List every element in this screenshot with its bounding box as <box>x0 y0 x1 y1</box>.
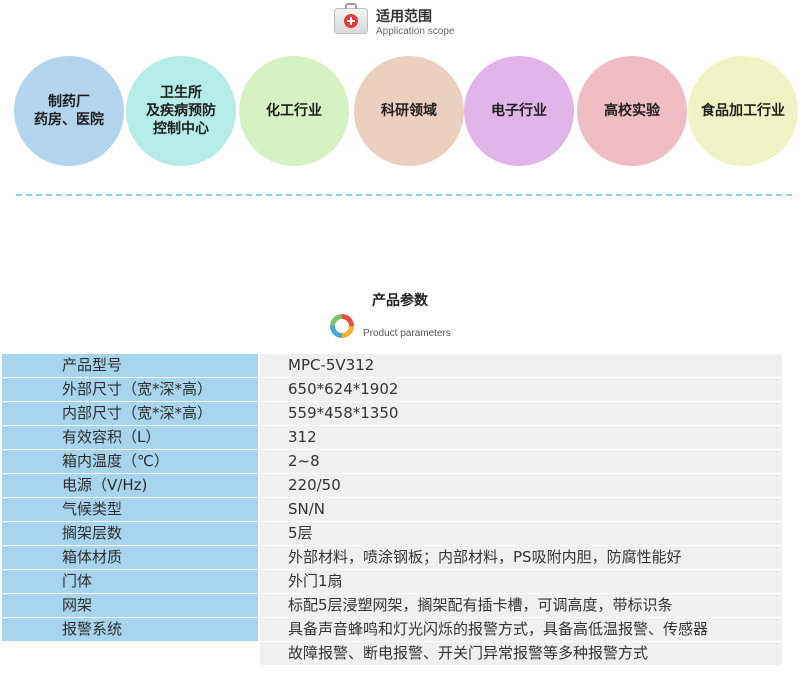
first-aid-kit-icon <box>334 3 368 34</box>
param-value: 2~8 <box>260 450 782 473</box>
params-header: Product parameters <box>330 314 490 340</box>
param-label: 产品型号 <box>2 354 258 377</box>
param-label: 气候类型 <box>2 498 258 521</box>
param-value: 559*458*1350 <box>260 402 782 425</box>
table-row: 箱体材质 外部材料，喷涂钢板；内部材料，PS吸附内胆，防腐性能好 <box>2 546 782 569</box>
param-label: 搁架层数 <box>2 522 258 545</box>
param-value: 具备声音蜂鸣和灯光闪烁的报警方式，具备高低温报警、传感器 <box>260 618 782 641</box>
param-value: 故障报警、断电报警、开关门异常报警等多种报警方式 <box>260 642 782 665</box>
param-label: 箱内温度（℃） <box>2 450 258 473</box>
param-value: 外门1扇 <box>260 570 782 593</box>
table-row: 气候类型 SN/N <box>2 498 782 521</box>
param-value: 外部材料，喷涂钢板；内部材料，PS吸附内胆，防腐性能好 <box>260 546 782 569</box>
scope-circles: 制药厂 药房、医院 卫生所 及疾病预防 控制中心 化工行业 科研领域 电子行业 高校实验食… <box>14 56 798 166</box>
table-row: 报警系统 具备声音蜂鸣和灯光闪烁的报警方式，具备高低温报警、传感器 <box>2 618 782 641</box>
table-row: 门体 外门1扇 <box>2 570 782 593</box>
table-row: 有效容积（L） 312 <box>2 426 782 449</box>
scope-circle: 卫生所 及疾病预防 控制中心 <box>126 56 236 166</box>
param-label: 内部尺寸（宽*深*高） <box>2 402 258 425</box>
param-label: 电源（V/Hz) <box>2 474 258 497</box>
scope-circle: 科研领域 <box>354 56 464 166</box>
scope-circle: 制药厂 药房、医院 <box>14 56 124 166</box>
table-row: 箱内温度（℃） 2~8 <box>2 450 782 473</box>
param-value: 650*624*1902 <box>260 378 782 401</box>
param-label <box>2 642 258 665</box>
param-value: 220/50 <box>260 474 782 497</box>
param-label: 门体 <box>2 570 258 593</box>
table-row: 产品型号 MPC-5V312 <box>2 354 782 377</box>
param-value: 5层 <box>260 522 782 545</box>
param-value: SN/N <box>260 498 782 521</box>
params-subtitle: Product parameters <box>363 328 451 339</box>
param-value: MPC-5V312 <box>260 354 782 377</box>
param-label: 有效容积（L） <box>2 426 258 449</box>
param-label: 网架 <box>2 594 258 617</box>
table-row: 内部尺寸（宽*深*高） 559*458*1350 <box>2 402 782 425</box>
param-value: 312 <box>260 426 782 449</box>
scope-circle: 高校实验 <box>577 56 687 166</box>
table-row: 搁架层数 5层 <box>2 522 782 545</box>
table-row: 电源（V/Hz) 220/50 <box>2 474 782 497</box>
scope-header: 适用范围 Application scope <box>334 3 534 38</box>
scope-title: 适用范围 <box>376 9 432 25</box>
table-row: 故障报警、断电报警、开关门异常报警等多种报警方式 <box>2 642 782 665</box>
scope-subtitle: Application scope <box>376 26 455 37</box>
params-table: 产品型号 MPC-5V312 外部尺寸（宽*深*高） 650*624*1902 内部尺寸… <box>2 354 782 666</box>
ring-chart-icon <box>330 314 354 338</box>
scope-circle: 化工行业 <box>239 56 349 166</box>
param-label: 箱体材质 <box>2 546 258 569</box>
table-row: 网架 标配5层浸塑网架，搁架配有插卡槽，可调高度，带标识条 <box>2 594 782 617</box>
dashed-divider <box>16 194 792 196</box>
param-label: 外部尺寸（宽*深*高） <box>2 378 258 401</box>
scope-circle: 食品加工行业 <box>688 56 798 166</box>
param-value: 标配5层浸塑网架，搁架配有插卡槽，可调高度，带标识条 <box>260 594 782 617</box>
table-row: 外部尺寸（宽*深*高） 650*624*1902 <box>2 378 782 401</box>
param-label: 报警系统 <box>2 618 258 641</box>
scope-circle: 电子行业 <box>464 56 574 166</box>
params-title: 产品参数 <box>372 293 428 309</box>
